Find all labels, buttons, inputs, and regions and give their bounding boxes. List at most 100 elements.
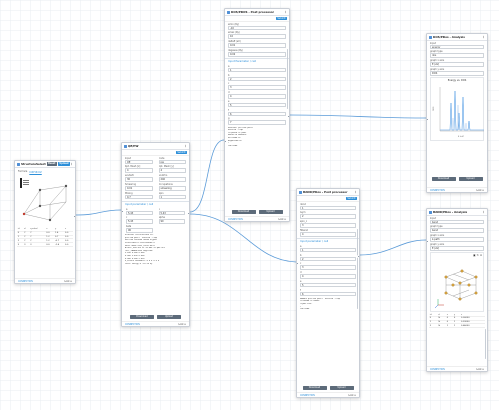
molecule-viewer[interactable]: [18, 176, 74, 226]
field-input[interactable]: 4: [158, 168, 186, 173]
qe-pw-node[interactable]: QE/PW ⋮ Submit Input QE Code pw Kpt. Mesh [x…: [121, 142, 190, 327]
field-input[interactable]: 5.43: [126, 219, 153, 224]
node-header[interactable]: DOS/PDOS - Post processor ⋮: [225, 9, 289, 16]
field-input[interactable]: 4: [300, 274, 356, 279]
field-input[interactable]: 5: [300, 282, 356, 288]
field-input[interactable]: 2: [300, 256, 356, 262]
menu-icon[interactable]: ⋮: [70, 162, 73, 166]
download-button[interactable]: Download: [130, 315, 154, 319]
field-input[interactable]: E (eV): [430, 245, 484, 251]
input-port[interactable]: [225, 140, 227, 143]
field-input[interactable]: 5: [228, 102, 286, 108]
field-input[interactable]: 30: [125, 177, 153, 182]
upload-button[interactable]: Upload: [329, 386, 354, 390]
field-input[interactable]: 6: [300, 291, 356, 297]
field-input[interactable]: 6: [228, 111, 286, 117]
field-input[interactable]: 5.43: [126, 210, 153, 216]
submit-button[interactable]: Submit: [345, 196, 357, 201]
field-input[interactable]: 4: [228, 94, 286, 99]
field-input[interactable]: band: [430, 228, 484, 233]
menu-icon[interactable]: ⋮: [482, 210, 485, 214]
download-button[interactable]: Download: [431, 177, 456, 181]
lock-toggle[interactable]: Lock ⊙: [64, 280, 72, 283]
table-row[interactable]: 2 Si 1 1 0.66000: [429, 323, 485, 329]
download-button[interactable]: Download: [302, 386, 327, 390]
lock-toggle[interactable]: Lock ⊙: [278, 218, 286, 221]
field-input[interactable]: DOS: [430, 70, 484, 76]
field-input[interactable]: E (eV): [430, 62, 484, 67]
band-analysis-node[interactable]: BAND/PDos - Analysis ⋮ Input band graph ty…: [426, 208, 488, 372]
submit-button[interactable]: Submit: [275, 16, 287, 21]
field-input[interactable]: 2: [228, 76, 286, 82]
field-input[interactable]: 10: [228, 34, 286, 39]
dos-post-processor-node[interactable]: DOS/PDOS - Post processor ⋮ Submit emin …: [224, 8, 290, 222]
connection-link[interactable]: CONNECTION: [18, 280, 33, 283]
field-input[interactable]: dos: [430, 53, 484, 58]
lock-toggle[interactable]: Lock ⊙: [476, 368, 484, 371]
node-header[interactable]: QE/PW ⋮: [122, 143, 189, 150]
scrollbar[interactable]: [287, 49, 288, 109]
connection-link[interactable]: CONNECTION: [430, 368, 445, 371]
node-header[interactable]: StructureSelector Reset Upload ⋮: [15, 161, 75, 168]
input-port[interactable]: [297, 262, 299, 265]
field-input[interactable]: 4: [125, 168, 153, 173]
structure-viewer[interactable]: ▣ ↻ ≡: [430, 252, 484, 313]
field-input[interactable]: 0.01: [125, 185, 153, 191]
field-input[interactable]: 90: [126, 228, 153, 233]
field-input[interactable]: smearing: [158, 185, 186, 191]
input-port[interactable]: [427, 240, 429, 243]
field-input[interactable]: 240: [158, 177, 186, 182]
field-input[interactable]: k-path: [430, 237, 484, 242]
menu-icon[interactable]: ⋮: [284, 10, 287, 14]
field-input[interactable]: 3: [300, 223, 356, 228]
dos-analysis-node[interactable]: DOS/PDos - Analysis ⋮ Input energy graph t…: [426, 33, 488, 193]
field-input[interactable]: 3: [228, 85, 286, 90]
field-input[interactable]: 2: [300, 214, 356, 219]
input-port[interactable]: [427, 118, 429, 121]
scrollbar[interactable]: [485, 329, 486, 359]
field-input[interactable]: pw: [158, 159, 186, 165]
field-input[interactable]: 1: [300, 205, 356, 211]
lock-toggle[interactable]: Lock ⊙: [476, 189, 484, 192]
output-port[interactable]: [187, 212, 189, 215]
menu-icon[interactable]: ⋮: [482, 35, 485, 39]
submit-button[interactable]: Submit: [175, 150, 187, 155]
connection-link[interactable]: CONNECTION: [125, 323, 140, 326]
field-input[interactable]: 1: [228, 67, 286, 73]
output-port[interactable]: [287, 115, 289, 118]
connection-link[interactable]: CONNECTION: [430, 189, 445, 192]
scrollbar[interactable]: [357, 229, 358, 309]
table-row[interactable]: 3 O O 0.0 -1.4 0.0: [17, 242, 73, 247]
field-input[interactable]: QE: [125, 159, 153, 165]
download-button[interactable]: Download: [231, 210, 256, 214]
field-input[interactable]: energy: [430, 44, 484, 50]
field-input[interactable]: 1: [158, 194, 186, 200]
field-input[interactable]: 0.7: [125, 194, 153, 200]
node-header[interactable]: DOS/PDos - Analysis ⋮: [427, 34, 487, 41]
upload-button[interactable]: Upload: [458, 177, 483, 181]
field-input[interactable]: 90: [158, 219, 185, 224]
menu-icon[interactable]: ⋮: [184, 144, 187, 148]
output-port[interactable]: [73, 215, 75, 218]
formula-link[interactable]: C6H4O2: [29, 170, 41, 174]
menu-icon[interactable]: ⋮: [354, 190, 357, 194]
structure-selector-node[interactable]: StructureSelector Reset Upload ⋮ Formula…: [14, 160, 76, 284]
upload-button[interactable]: Upload: [157, 315, 181, 319]
input-port[interactable]: [122, 210, 124, 213]
field-input[interactable]: 4: [300, 231, 356, 237]
lock-toggle[interactable]: Lock ⊙: [178, 323, 186, 326]
output-port[interactable]: [357, 255, 359, 258]
field-input[interactable]: 0.01: [228, 43, 286, 48]
field-input[interactable]: 1: [300, 247, 356, 253]
band-post-processor-node[interactable]: BAND/PDos - Post processor ⋮ Submit nbnd…: [296, 188, 360, 398]
connection-link[interactable]: CONNECTION: [300, 394, 315, 397]
field-input[interactable]: -10: [228, 25, 286, 31]
field-input[interactable]: 3: [300, 265, 356, 270]
reset-button[interactable]: Reset: [46, 162, 57, 166]
upload-button[interactable]: Upload: [57, 162, 70, 166]
lock-toggle[interactable]: Lock ⊙: [348, 394, 356, 397]
node-header[interactable]: BAND/PDos - Post processor ⋮: [297, 189, 359, 196]
field-input[interactable]: 5.43: [158, 210, 185, 216]
field-input[interactable]: band: [430, 219, 484, 225]
connection-link[interactable]: CONNECTION: [228, 218, 243, 221]
